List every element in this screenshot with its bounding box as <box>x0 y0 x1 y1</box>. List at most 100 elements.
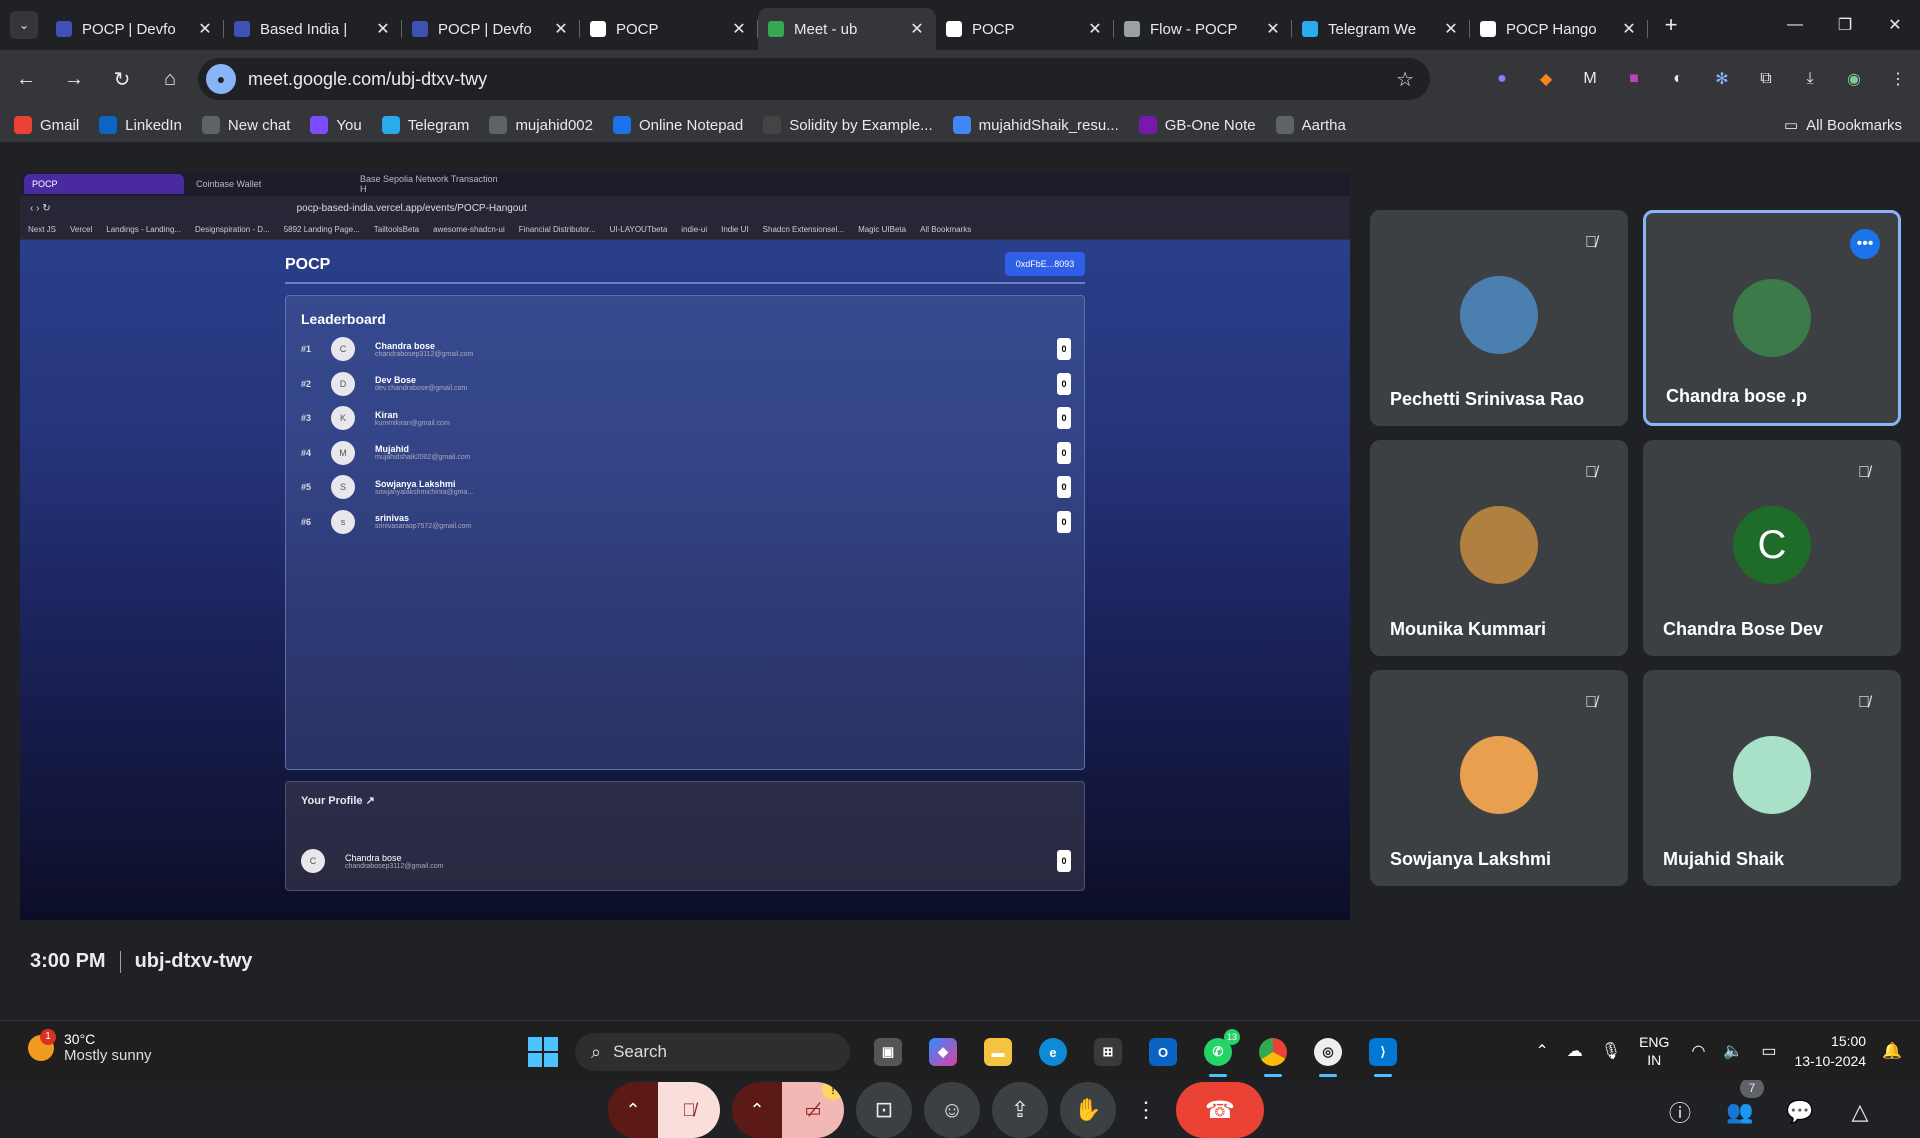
bookmark-item[interactable]: Aartha <box>1275 116 1346 134</box>
bookmark-item[interactable]: LinkedIn <box>99 116 182 134</box>
windows-start-icon[interactable] <box>528 1037 558 1067</box>
extension-icon[interactable]: ● <box>1480 62 1524 96</box>
bookmark-item[interactable]: Online Notepad <box>613 116 743 134</box>
more-options-icon[interactable]: ••• <box>1850 229 1880 259</box>
participant-tile[interactable]: 🎙̸ C Chandra Bose Dev <box>1643 440 1901 656</box>
address-bar[interactable]: ● meet.google.com/ubj-dtxv-twy ☆ <box>198 58 1430 100</box>
meeting-code[interactable]: ubj-dtxv-twy <box>135 950 253 973</box>
all-bookmarks[interactable]: ▭ All Bookmarks <box>1784 116 1902 135</box>
mic-options-button[interactable]: ⌃ <box>608 1082 658 1138</box>
browser-tab[interactable]: POCP ✕ <box>580 8 758 50</box>
menu-dots-icon[interactable]: ⋮ <box>1876 62 1920 96</box>
tab-close-icon[interactable]: ✕ <box>196 19 214 39</box>
whatsapp-icon[interactable]: ✆ 13 <box>1196 1029 1240 1077</box>
activities-icon[interactable]: △ <box>1830 1090 1890 1134</box>
onedrive-icon[interactable]: ☁ <box>1567 1041 1583 1061</box>
metamask-icon[interactable]: ◆ <box>1524 62 1568 96</box>
bookmark-item[interactable]: You <box>310 116 362 134</box>
browser-tab[interactable]: POCP | Devfo ✕ <box>402 8 580 50</box>
new-tab-button[interactable]: + <box>1656 12 1686 38</box>
tab-search-icon[interactable]: ⌄ <box>10 11 38 39</box>
meeting-details-icon[interactable]: ⓘ <box>1650 1090 1710 1134</box>
outlook-icon[interactable]: O <box>1141 1033 1185 1071</box>
tab-close-icon[interactable]: ✕ <box>552 19 570 39</box>
chrome-icon[interactable] <box>1251 1033 1295 1077</box>
battery-icon[interactable]: ▭ <box>1761 1041 1776 1061</box>
captions-icon[interactable]: ⊡ <box>856 1082 912 1138</box>
leave-call-button[interactable]: ☎ <box>1176 1082 1264 1138</box>
browser-tab[interactable]: POCP ✕ <box>936 8 1114 50</box>
volume-icon[interactable]: 🔈 <box>1723 1041 1743 1061</box>
extension-icon[interactable]: ✻ <box>1700 62 1744 96</box>
obs-icon[interactable]: ◎ <box>1306 1033 1350 1077</box>
taskbar-search[interactable]: ⌕ Search <box>575 1033 850 1071</box>
input-language[interactable]: ENG IN <box>1639 1033 1669 1069</box>
close-window-icon[interactable]: ✕ <box>1870 0 1920 50</box>
bookmark-label: mujahid002 <box>515 116 593 134</box>
tab-close-icon[interactable]: ✕ <box>374 19 392 39</box>
tab-close-icon[interactable]: ✕ <box>1086 19 1104 39</box>
raise-hand-icon[interactable]: ✋ <box>1060 1082 1116 1138</box>
downloads-icon[interactable]: ⤓ <box>1788 62 1832 96</box>
copilot-icon[interactable]: ◆ <box>921 1033 965 1071</box>
extension-icon[interactable]: ■ <box>1612 62 1656 96</box>
browser-tab[interactable]: POCP | Devfo ✕ <box>46 8 224 50</box>
reload-icon[interactable]: ↻ <box>100 57 144 101</box>
tab-close-icon[interactable]: ✕ <box>730 19 748 39</box>
mic-active-icon[interactable]: ● <box>206 64 236 94</box>
bookmark-item[interactable]: GB-One Note <box>1138 116 1256 134</box>
participant-tile[interactable]: 🎙̸ Pechetti Srinivasa Rao <box>1370 210 1628 426</box>
participant-tile[interactable]: 🎙̸ Sowjanya Lakshmi <box>1370 670 1628 886</box>
browser-tab[interactable]: Telegram We ✕ <box>1292 8 1470 50</box>
tab-close-icon[interactable]: ✕ <box>1620 19 1638 39</box>
tab-close-icon[interactable]: ✕ <box>1264 19 1282 39</box>
wifi-icon[interactable]: ◠ <box>1691 1041 1705 1061</box>
extension-icon[interactable]: ◐ <box>1656 62 1700 96</box>
vscode-icon[interactable]: ⟩ <box>1361 1033 1405 1077</box>
tab-close-icon[interactable]: ✕ <box>1442 19 1460 39</box>
chat-icon[interactable]: 💬 <box>1770 1090 1830 1134</box>
present-screen-icon[interactable]: ⇪ <box>992 1082 1048 1138</box>
microphone-icon[interactable]: 🎙 <box>1601 1041 1621 1061</box>
bookmark-star-icon[interactable]: ☆ <box>1396 67 1414 92</box>
extensions-puzzle-icon[interactable]: ⧉ <box>1744 62 1788 96</box>
clock[interactable]: 15:00 13-10-2024 <box>1794 1031 1866 1071</box>
bookmark-item[interactable]: mujahidShaik_resu... <box>952 116 1119 134</box>
bookmark-item[interactable]: New chat <box>201 116 290 134</box>
back-icon[interactable]: ← <box>4 57 48 101</box>
people-icon[interactable]: 👥 7 <box>1710 1078 1770 1134</box>
edge-icon[interactable]: e <box>1031 1033 1075 1071</box>
participant-tile[interactable]: 🎙̸ Mujahid Shaik <box>1643 670 1901 886</box>
emoji-icon[interactable]: ☺ <box>924 1082 980 1138</box>
notifications-icon[interactable]: 🔔 <box>1882 1041 1902 1061</box>
camera-options-button[interactable]: ⌃ <box>732 1082 782 1138</box>
bookmark-item[interactable]: Gmail <box>14 116 79 134</box>
bookmark-item[interactable]: mujahid002 <box>489 116 593 134</box>
home-icon[interactable]: ⌂ <box>148 57 192 101</box>
url-text[interactable]: meet.google.com/ubj-dtxv-twy <box>248 69 487 90</box>
forward-icon[interactable]: → <box>52 57 96 101</box>
file-explorer-icon[interactable]: ▬ <box>976 1033 1020 1071</box>
weather-widget[interactable]: 1 30°C Mostly sunny <box>28 1028 152 1064</box>
profile-avatar[interactable]: ◉ <box>1832 62 1876 96</box>
browser-tab[interactable]: Flow - POCP ✕ <box>1114 8 1292 50</box>
mic-off-icon[interactable]: 🎙̸ <box>658 1082 720 1138</box>
camera-off-icon[interactable]: ▭̸ ! <box>782 1082 844 1138</box>
minimize-icon[interactable]: — <box>1770 0 1820 50</box>
browser-tab[interactable]: Meet - ub ✕ <box>758 8 936 50</box>
medium-icon[interactable]: M <box>1568 62 1612 96</box>
tab-title: Flow - POCP <box>1150 20 1238 38</box>
browser-tab[interactable]: POCP Hango ✕ <box>1470 8 1648 50</box>
more-options-icon[interactable]: ⋮ <box>1128 1082 1164 1138</box>
chevron-up-icon[interactable]: ⌃ <box>1535 1041 1548 1061</box>
task-view-icon[interactable]: ▣ <box>866 1033 910 1071</box>
tab-close-icon[interactable]: ✕ <box>908 19 926 39</box>
bookmark-item[interactable]: Telegram <box>381 116 469 134</box>
store-icon[interactable]: ⊞ <box>1086 1033 1130 1071</box>
clock-date: 13-10-2024 <box>1794 1053 1867 1069</box>
bookmark-item[interactable]: Solidity by Example... <box>763 116 933 134</box>
participant-tile[interactable]: 🎙̸ Mounika Kummari <box>1370 440 1628 656</box>
restore-icon[interactable]: ❐ <box>1820 0 1870 50</box>
participant-tile[interactable]: ••• Chandra bose .p <box>1643 210 1901 426</box>
browser-tab[interactable]: Based India | ✕ <box>224 8 402 50</box>
